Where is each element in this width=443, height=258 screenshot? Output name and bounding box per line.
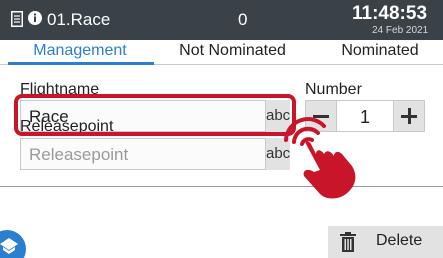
active-tab-indicator	[8, 62, 154, 65]
tab-nominated[interactable]: Nominated	[310, 40, 443, 64]
title-bar: 01.Race 0 11:48:53 24 Feb 2021	[0, 0, 443, 40]
releasepoint-input[interactable]: Releasepoint abc	[20, 138, 290, 170]
delete-label: Delete	[376, 232, 423, 249]
race-title: 01.Race	[47, 10, 111, 29]
info-circle-icon	[28, 11, 42, 25]
pigeon-icon	[0, 238, 18, 254]
pigeon-count: 0	[238, 10, 248, 29]
releasepoint-placeholder: Releasepoint	[29, 145, 129, 164]
increment-button[interactable]	[393, 100, 425, 132]
pigeon-action-button[interactable]	[0, 230, 26, 258]
delete-button[interactable]: Delete	[328, 226, 443, 258]
tab-bar: Management Not Nominated Nominated	[0, 40, 443, 65]
tab-not-nominated[interactable]: Not Nominated	[160, 40, 305, 64]
tab-nominated-label: Nominated	[341, 42, 419, 59]
tab-management-label: Management	[33, 42, 127, 59]
clock-time: 11:48:53	[352, 3, 428, 24]
trash-icon	[340, 232, 356, 252]
tab-not-nominated-label: Not Nominated	[179, 42, 286, 59]
app-window: 01.Race 0 11:48:53 24 Feb 2021 Managemen…	[0, 0, 443, 258]
tab-management[interactable]: Management	[4, 40, 156, 65]
tap-hand-icon	[284, 117, 356, 199]
document-icon	[11, 11, 23, 27]
field-highlight-overlay	[14, 94, 296, 136]
number-label: Number	[305, 81, 362, 98]
clock-date: 24 Feb 2021	[372, 25, 429, 36]
divider	[0, 186, 443, 187]
